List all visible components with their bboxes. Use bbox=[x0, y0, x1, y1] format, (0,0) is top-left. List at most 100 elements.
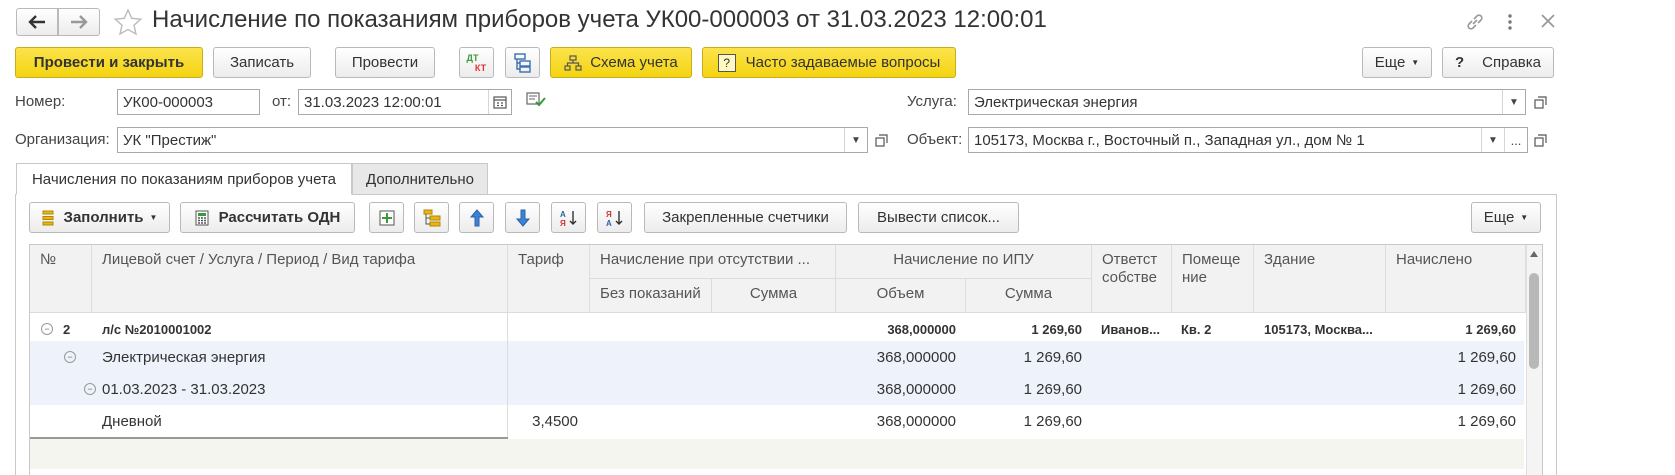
row-account: 01.03.2023 - 31.03.2023 bbox=[102, 380, 266, 398]
col-account-header[interactable]: Лицевой счет / Услуга / Период / Вид тар… bbox=[92, 245, 508, 313]
arrow-up-icon bbox=[469, 208, 484, 226]
sort-ascending-icon: АЯ bbox=[560, 210, 576, 227]
favorite-star-icon[interactable] bbox=[113, 8, 143, 37]
dt-kt-icon-kt: КТ bbox=[474, 62, 487, 73]
open-window-icon bbox=[1533, 95, 1547, 109]
organization-value: УК "Престиж" bbox=[123, 131, 217, 149]
svg-text:А: А bbox=[606, 219, 612, 227]
kebab-menu-icon[interactable] bbox=[1504, 12, 1516, 32]
help-question-icon: ? bbox=[1454, 54, 1465, 71]
question-box-icon: ? bbox=[717, 53, 736, 72]
col-num-header[interactable]: № bbox=[30, 245, 92, 313]
more-button[interactable]: Еще ▼ bbox=[1362, 47, 1432, 78]
col-no-readings-header[interactable]: Без показаний bbox=[590, 279, 712, 313]
calendar-icon[interactable] bbox=[488, 90, 511, 114]
tab-meter-readings[interactable]: Начисления по показаниям приборов учета bbox=[16, 163, 352, 195]
dropdown-caret-icon: ▼ bbox=[149, 213, 158, 222]
tab-meter-readings-label: Начисления по показаниям приборов учета bbox=[31, 170, 337, 188]
col-volume-header[interactable]: Объем bbox=[836, 279, 966, 313]
copy-rows-button[interactable] bbox=[414, 202, 449, 233]
open-window-icon bbox=[1533, 133, 1547, 147]
sort-descending-icon: ЯА bbox=[606, 210, 622, 227]
table-row[interactable]: Дневной 3,4500 368,000000 1 269,60 1 269… bbox=[30, 405, 1524, 437]
close-icon[interactable] bbox=[1540, 13, 1556, 29]
row-account: Дневной bbox=[102, 412, 162, 430]
scroll-up-arrow-icon[interactable] bbox=[1530, 251, 1538, 257]
post-button[interactable]: Провести bbox=[335, 47, 435, 78]
back-button[interactable] bbox=[16, 8, 58, 36]
sort-desc-button[interactable]: ЯА bbox=[597, 202, 632, 233]
col-owner-header[interactable]: Ответст собстве bbox=[1092, 245, 1172, 313]
collapse-icon[interactable]: − bbox=[84, 383, 96, 395]
svg-text:Я: Я bbox=[560, 219, 566, 227]
col-ipu-header[interactable]: Начисление по ИПУ bbox=[836, 245, 1092, 279]
fill-icon bbox=[42, 210, 54, 225]
organization-field[interactable]: УК "Престиж" ▼ bbox=[117, 127, 868, 153]
collapse-icon[interactable]: − bbox=[41, 323, 53, 335]
post-and-close-button[interactable]: Провести и закрыть bbox=[15, 47, 203, 78]
col-room-header[interactable]: Помеще ние bbox=[1172, 245, 1254, 313]
structure-button[interactable] bbox=[505, 47, 540, 78]
row-tariff: 3,4500 bbox=[532, 412, 578, 430]
dropdown-caret-icon[interactable]: ▼ bbox=[1502, 90, 1525, 114]
object-field[interactable]: 105173, Москва г., Восточный п., Западна… bbox=[968, 127, 1528, 153]
row-volume: 368,000000 bbox=[876, 348, 956, 366]
tab-additional[interactable]: Дополнительно bbox=[352, 163, 488, 195]
service-label: Услуга: bbox=[907, 93, 957, 110]
calc-odn-label: Рассчитать ОДН bbox=[218, 209, 341, 226]
date-value: 31.03.2023 12:00:01 bbox=[304, 93, 442, 111]
number-field[interactable]: УК00-000003 bbox=[117, 89, 260, 115]
row-sum: 1 269,60 bbox=[1023, 380, 1082, 398]
add-row-button[interactable] bbox=[369, 202, 404, 233]
open-service-button[interactable] bbox=[1530, 89, 1550, 115]
col-building-header[interactable]: Здание bbox=[1254, 245, 1386, 313]
open-object-button[interactable] bbox=[1530, 127, 1550, 153]
help-label: Справка bbox=[1482, 54, 1541, 71]
more-label: Еще bbox=[1374, 54, 1406, 71]
table-row[interactable]: − Электрическая энергия 368,000000 1 269… bbox=[30, 341, 1524, 373]
structure-icon bbox=[513, 52, 531, 73]
collapse-icon[interactable]: − bbox=[64, 351, 76, 363]
help-button[interactable]: ? Справка bbox=[1442, 47, 1554, 78]
dropdown-caret-icon[interactable]: ▼ bbox=[1481, 128, 1504, 152]
faq-button[interactable]: ? Часто задаваемые вопросы bbox=[702, 47, 956, 78]
forward-button[interactable] bbox=[58, 8, 100, 36]
page-title: Начисление по показаниям приборов учета … bbox=[152, 6, 1047, 33]
col-sum1-header[interactable]: Сумма bbox=[712, 279, 836, 313]
table-more-label: Еще bbox=[1483, 209, 1515, 226]
faq-label: Часто задаваемые вопросы bbox=[745, 54, 941, 71]
move-down-button[interactable] bbox=[505, 202, 540, 233]
fill-button[interactable]: Заполнить ▼ bbox=[29, 202, 170, 233]
row-volume: 368,000000 bbox=[876, 412, 956, 430]
fill-label: Заполнить bbox=[63, 209, 144, 226]
print-list-button[interactable]: Вывести список... bbox=[858, 202, 1019, 233]
vertical-scrollbar[interactable] bbox=[1526, 245, 1542, 475]
table-row[interactable]: − 01.03.2023 - 31.03.2023 368,000000 1 2… bbox=[30, 373, 1524, 405]
col-sum2-header[interactable]: Сумма bbox=[966, 279, 1092, 313]
posted-document-icon bbox=[526, 92, 546, 107]
arrow-down-icon bbox=[515, 209, 530, 227]
table-more-button[interactable]: Еще ▼ bbox=[1471, 202, 1541, 233]
accounting-scheme-button[interactable]: Схема учета bbox=[550, 47, 692, 78]
dropdown-caret-icon[interactable]: ▼ bbox=[844, 128, 867, 152]
open-organization-button[interactable] bbox=[871, 127, 891, 153]
select-ellipsis-button[interactable]: ... bbox=[1504, 128, 1527, 152]
calc-odn-button[interactable]: Рассчитать ОДН bbox=[180, 202, 355, 233]
service-field[interactable]: Электрическая энергия ▼ bbox=[968, 89, 1526, 115]
row-volume: 368,000000 bbox=[876, 380, 956, 398]
col-accrued-header[interactable]: Начислено bbox=[1386, 245, 1526, 313]
col-no-meter-header[interactable]: Начисление при отсутствии ... bbox=[590, 245, 836, 279]
date-field[interactable]: 31.03.2023 12:00:01 bbox=[298, 89, 512, 115]
add-row-icon bbox=[379, 210, 394, 225]
dt-kt-button[interactable]: ДТ КТ bbox=[459, 47, 494, 78]
fixed-meters-button[interactable]: Закрепленные счетчики bbox=[644, 202, 847, 233]
service-value: Электрическая энергия bbox=[974, 93, 1138, 111]
col-tariff-header[interactable]: Тариф bbox=[508, 245, 590, 313]
list-tree-icon bbox=[423, 209, 440, 226]
link-icon[interactable] bbox=[1465, 12, 1485, 32]
sort-asc-button[interactable]: АЯ bbox=[551, 202, 586, 233]
scrollbar-thumb[interactable] bbox=[1529, 273, 1539, 369]
move-up-button[interactable] bbox=[459, 202, 494, 233]
arrow-left-icon bbox=[28, 15, 45, 29]
save-button[interactable]: Записать bbox=[213, 47, 311, 78]
